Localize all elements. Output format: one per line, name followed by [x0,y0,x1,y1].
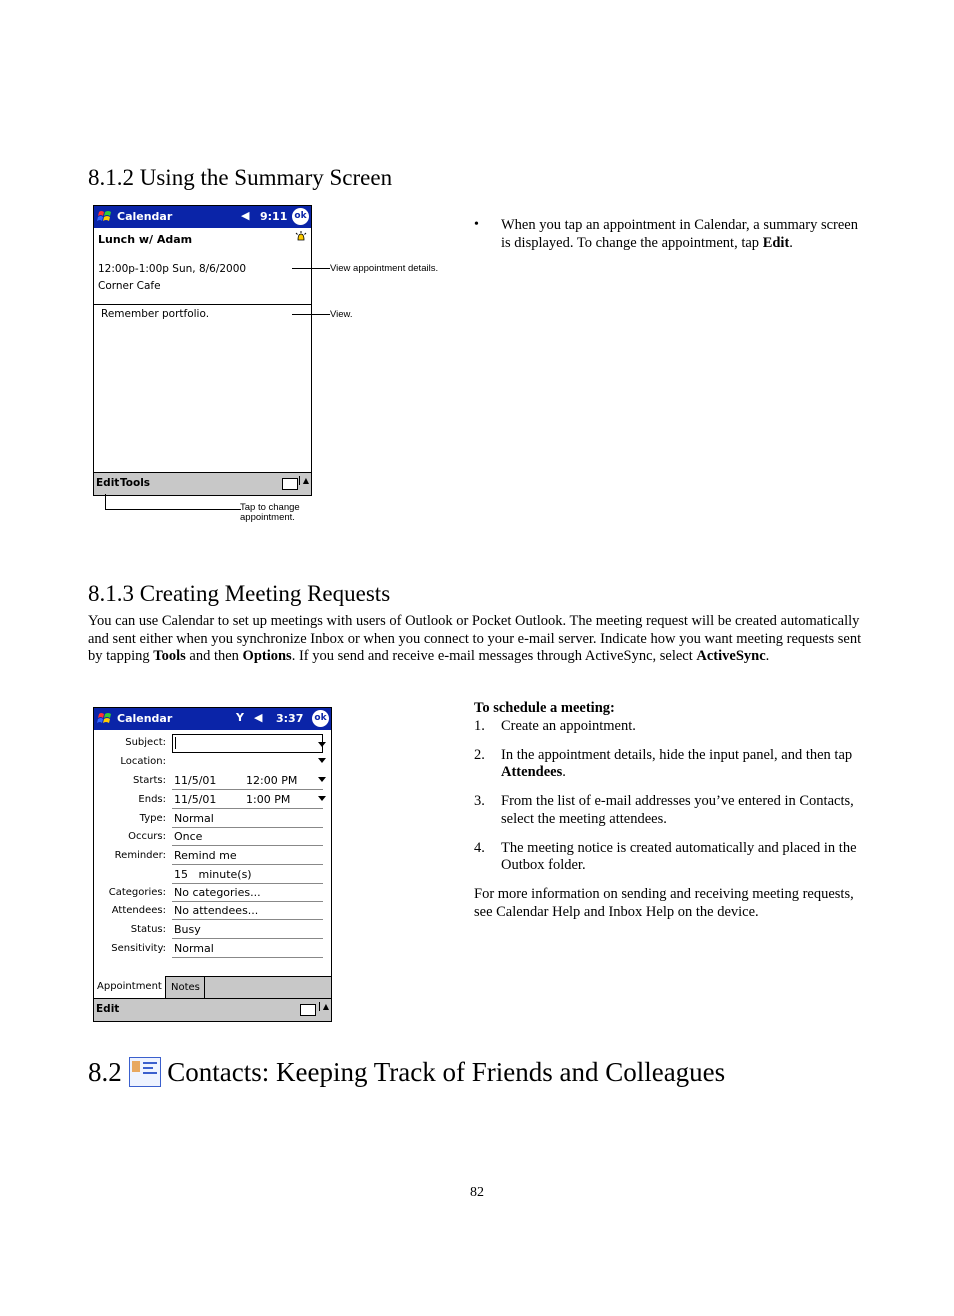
appointment-subject: Lunch w/ Adam [98,233,193,246]
windows-flag-icon[interactable] [96,208,114,226]
contacts-icon [128,1057,161,1087]
callout-tap: Tap to change appointment. [240,503,300,523]
field-label: Ends: [138,794,166,805]
speaker-icon[interactable]: ◀ [241,209,249,222]
tab-notes[interactable]: Notes [167,977,205,998]
step-item: 2. In the appointment details, hide the i… [474,746,853,781]
field-label: Occurs: [128,831,166,842]
field-starts[interactable]: Starts: 11/5/01 12:00 PM [94,772,331,791]
menu-tools[interactable]: Tools [120,477,150,489]
field-label: Reminder: [114,850,166,861]
callout-line-view [292,314,330,315]
windows-flag-icon[interactable] [96,710,114,728]
starts-time[interactable]: 12:00 PM [246,774,297,787]
ok-button[interactable]: ok [312,710,329,727]
section-heading-812: 8.1.2 Using the Summary Screen [88,165,393,190]
callout-line-details [292,268,330,269]
more-info-text: For more information on sending and rece… [474,886,854,920]
field-sensitivity[interactable]: Sensitivity: Normal [94,940,331,959]
menu-bar: Edit ▲ [94,998,331,1021]
tab-strip: Appointment Notes [94,976,331,999]
input-arrow-icon[interactable]: ▲ [318,1002,329,1011]
meeting-requests-paragraph: You can use Calendar to set up meetings … [88,613,862,664]
appointment-details[interactable]: 12:00p-1:00p Sun, 8/6/2000 Corner Cafe [98,263,246,292]
app-title: Calendar [117,210,173,223]
field-label: Starts: [132,775,166,786]
field-label: Location: [120,756,166,767]
reminder-value[interactable]: Remind me [172,848,323,865]
menu-bar: Edit Tools ▲ [94,472,311,495]
bullet-icon: • [474,217,479,232]
field-subject[interactable]: Subject: [94,734,331,753]
field-label: Categories: [108,887,166,898]
page-number: 82 [470,1185,484,1200]
occurs-value[interactable]: Once [172,829,323,846]
field-label: Sensitivity: [111,943,166,954]
signal-icon[interactable]: Y [236,711,244,724]
starts-dropdown-arrow[interactable] [318,777,326,782]
tab-appointment[interactable]: Appointment [94,976,166,998]
procedure-title: To schedule a meeting: [474,700,615,716]
menu-edit[interactable]: Edit [96,477,119,489]
reminder-time-value[interactable]: 15 minute(s) [172,867,323,884]
appointment-datetime: 12:00p-1:00p Sun, 8/6/2000 [98,263,247,275]
section-heading-813: 8.1.3 Creating Meeting Requests [88,581,391,606]
divider [94,304,311,305]
app-title: Calendar [117,712,173,725]
speaker-icon[interactable]: ◀ [254,711,262,724]
field-reminder-time[interactable]: 15 minute(s) [94,866,331,885]
ends-time[interactable]: 1:00 PM [246,793,290,806]
menu-edit[interactable]: Edit [96,1003,119,1015]
callout-details: View appointment details. [330,263,439,274]
callout-tap-line2: appointment. [240,512,295,523]
field-type[interactable]: Type: Normal [94,810,331,829]
summary-bullet: • When you tap an appointment in Calenda… [474,217,864,252]
procedure: To schedule a meeting: 1. Create an appoi… [474,700,874,921]
alarm-bell-icon [295,231,307,243]
subject-dropdown-arrow[interactable] [318,742,326,747]
keyboard-icon[interactable] [282,478,298,490]
step-item: 1. Create an appointment. [474,717,636,734]
step-item: 4. The meeting notice is created automati… [474,839,857,874]
section-number: 8.2 [88,1057,122,1087]
categories-value[interactable]: No categories... [172,885,323,902]
field-label: Type: [139,813,166,824]
summary-screen: Calendar ◀ 9:11 ok Lunch w/ Adam 12:00p-… [93,205,312,496]
location-dropdown-arrow[interactable] [318,758,326,763]
field-label: Attendees: [111,905,166,916]
appointment-edit-screen: Calendar Y ◀ 3:37 ok Subject: Location: … [93,707,332,1022]
callout-line-tap [105,494,241,510]
section-title: Contacts: Keeping Track of Friends and C… [167,1057,726,1087]
sensitivity-value[interactable]: Normal [172,941,323,958]
clock[interactable]: 9:11 [260,210,287,223]
title-bar: Calendar Y ◀ 3:37 ok [94,708,331,730]
section-heading-82: 8.2 Contacts: Keeping Track of Friends a… [88,1057,725,1088]
summary-bullet-text: When you tap an appointment in Calendar,… [501,217,858,251]
attendees-value[interactable]: No attendees... [172,903,323,920]
field-ends[interactable]: Ends: 11/5/01 1:00 PM [94,791,331,810]
ends-dropdown-arrow[interactable] [318,796,326,801]
input-arrow-icon[interactable]: ▲ [298,476,309,485]
field-occurs[interactable]: Occurs: Once [94,828,331,847]
step-item: 3. From the list of e-mail addresses you’… [474,793,854,827]
appointment-notes[interactable]: Remember portfolio. [101,308,209,320]
clock[interactable]: 3:37 [276,712,303,725]
field-categories[interactable]: Categories: No categories... [94,884,331,903]
field-location[interactable]: Location: [94,753,331,772]
keyboard-icon[interactable] [300,1004,316,1016]
status-value[interactable]: Busy [172,922,323,939]
ok-button[interactable]: ok [292,208,309,225]
appointment-location: Corner Cafe [98,280,161,292]
field-status[interactable]: Status: Busy [94,921,331,940]
field-label: Subject: [125,737,166,748]
title-bar: Calendar ◀ 9:11 ok [94,206,311,228]
subject-input[interactable] [172,734,323,753]
field-attendees[interactable]: Attendees: No attendees... [94,902,331,921]
field-reminder[interactable]: Reminder: Remind me [94,847,331,866]
field-label: Status: [130,924,166,935]
callout-view: View. [330,309,353,320]
steps-list: 1. Create an appointment. 2. In the appoin… [474,718,874,875]
type-value[interactable]: Normal [172,811,323,828]
